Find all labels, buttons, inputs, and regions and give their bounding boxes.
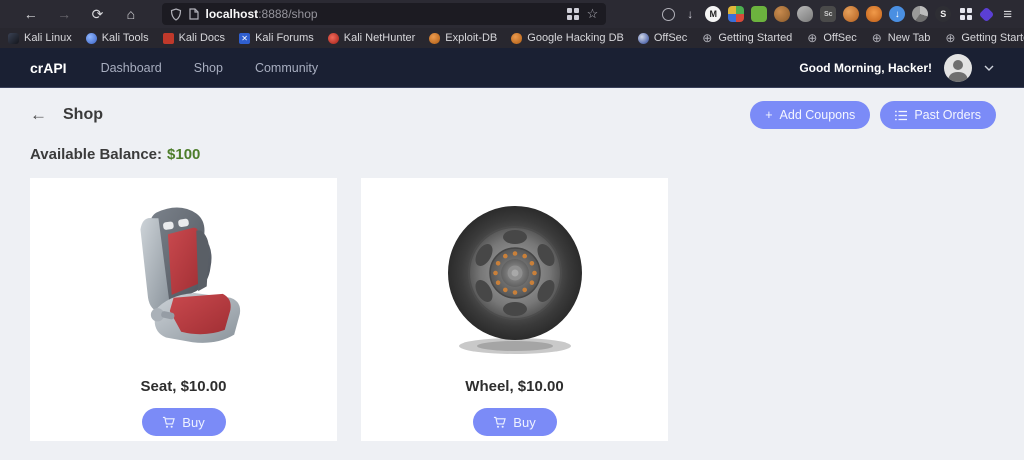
- orange-extension-icon[interactable]: [843, 6, 859, 22]
- bookmark-label: OffSec: [654, 32, 687, 44]
- balance-value: $100: [167, 146, 200, 163]
- shodan-icon[interactable]: S: [935, 6, 951, 22]
- bookmark-kali-tools[interactable]: Kali Tools: [86, 32, 149, 44]
- url-bar[interactable]: localhost:8888/shop ☆: [162, 3, 607, 25]
- extension-m-icon[interactable]: M: [705, 6, 721, 22]
- blue-download-icon[interactable]: ↓: [889, 6, 905, 22]
- cookie-editor-icon[interactable]: [774, 6, 790, 22]
- purple-gem-icon[interactable]: [979, 6, 995, 22]
- bookmark-exploit-db[interactable]: Exploit-DB: [429, 32, 497, 44]
- buy-button-seat[interactable]: Buy: [142, 408, 226, 436]
- url-host: localhost: [206, 7, 259, 21]
- url-text: localhost:8888/shop: [206, 7, 567, 21]
- product-name: Seat, $10.00: [141, 378, 227, 395]
- bookmark-kali-docs[interactable]: Kali Docs: [163, 32, 225, 44]
- ghdb-bird-icon: [511, 33, 522, 44]
- apps-grid-icon[interactable]: [958, 6, 974, 22]
- globe-icon: ⊕: [871, 32, 883, 44]
- exploit-db-bird-icon: [429, 33, 440, 44]
- extension-icons: ↓ M Sc ↓ S ≡: [662, 6, 1016, 23]
- balance-row: Available Balance: $100: [30, 146, 996, 163]
- menu-icon[interactable]: ≡: [999, 6, 1016, 23]
- url-path: :8888/shop: [258, 7, 317, 21]
- bookmark-label: OffSec: [823, 32, 856, 44]
- kali-docs-icon: [163, 33, 174, 44]
- bookmark-star-icon[interactable]: ☆: [587, 6, 599, 22]
- past-orders-label: Past Orders: [914, 108, 981, 122]
- balance-label: Available Balance:: [30, 146, 162, 163]
- bookmark-getting-started-2[interactable]: ⊕ Getting Started: [944, 32, 1024, 44]
- bookmark-label: Kali NetHunter: [344, 32, 416, 44]
- shield-icon[interactable]: [170, 8, 182, 21]
- add-coupons-label: Add Coupons: [780, 108, 856, 122]
- app-navbar: crAPI Dashboard Shop Community Good Morn…: [0, 48, 1024, 88]
- offsec-orb-icon: [638, 33, 649, 44]
- kali-nethunter-icon: [328, 33, 339, 44]
- shark-extension-icon[interactable]: [797, 6, 813, 22]
- bookmark-label: Google Hacking DB: [527, 32, 624, 44]
- product-card-seat: Seat, $10.00 Buy: [30, 178, 337, 441]
- bookmarks-bar: Kali Linux Kali Tools Kali Docs ✕ Kali Fo…: [0, 28, 1024, 48]
- buy-label: Buy: [513, 415, 535, 430]
- bookmark-kali-forums[interactable]: ✕ Kali Forums: [239, 32, 314, 44]
- bookmark-google-hacking-db[interactable]: Google Hacking DB: [511, 32, 624, 44]
- globe-icon: ⊕: [701, 32, 713, 44]
- bookmark-label: Exploit-DB: [445, 32, 497, 44]
- kali-forums-icon: ✕: [239, 33, 250, 44]
- globe-icon: ⊕: [806, 32, 818, 44]
- browser-toolbar: ← → ⟳ ⌂ localhost:8888/shop ☆ ↓ M Sc ↓ S…: [0, 0, 1024, 28]
- bookmark-label: Kali Forums: [255, 32, 314, 44]
- bookmark-getting-started-1[interactable]: ⊕ Getting Started: [701, 32, 792, 44]
- buy-button-wheel[interactable]: Buy: [473, 408, 557, 436]
- greeting-text: Good Morning, Hacker!: [799, 61, 932, 75]
- bookmark-offsec-2[interactable]: ⊕ OffSec: [806, 32, 856, 44]
- buy-label: Buy: [182, 415, 204, 430]
- bookmark-label: Kali Linux: [24, 32, 72, 44]
- bookmark-kali-nethunter[interactable]: Kali NetHunter: [328, 32, 416, 44]
- wheel-extension-icon[interactable]: [912, 6, 928, 22]
- bookmark-kali-linux[interactable]: Kali Linux: [8, 32, 72, 44]
- shop-page: ← Shop + Add Coupons Past Orders Availab…: [0, 88, 1024, 459]
- add-coupons-button[interactable]: + Add Coupons: [750, 101, 870, 129]
- page-info-icon[interactable]: [189, 8, 199, 20]
- pocket-icon[interactable]: [662, 8, 675, 21]
- nav-link-dashboard[interactable]: Dashboard: [101, 61, 162, 75]
- product-name: Wheel, $10.00: [465, 378, 563, 395]
- avatar[interactable]: [944, 54, 972, 82]
- kali-dragon-icon: [8, 33, 19, 44]
- wheel-product-image: [435, 186, 595, 364]
- kali-tools-icon: [86, 33, 97, 44]
- page-title: Shop: [63, 106, 103, 124]
- home-icon[interactable]: ⌂: [122, 5, 139, 23]
- bookmark-offsec[interactable]: OffSec: [638, 32, 687, 44]
- reload-icon[interactable]: ⟳: [89, 5, 106, 23]
- wallet-extension-icon[interactable]: [751, 6, 767, 22]
- nav-link-shop[interactable]: Shop: [194, 61, 223, 75]
- list-icon: [895, 110, 907, 121]
- bookmark-label: Getting Started: [961, 32, 1024, 44]
- bookmark-label: Kali Tools: [102, 32, 149, 44]
- crapi-logo[interactable]: crAPI: [30, 60, 67, 76]
- cart-icon: [493, 416, 506, 429]
- download-icon[interactable]: ↓: [682, 6, 698, 22]
- page-back-icon[interactable]: ←: [30, 105, 47, 125]
- foxyproxy-icon[interactable]: [866, 6, 882, 22]
- sc-extension-icon[interactable]: Sc: [820, 6, 836, 22]
- bookmark-label: New Tab: [888, 32, 931, 44]
- seat-product-image: [113, 186, 255, 364]
- chevron-down-icon[interactable]: [984, 65, 994, 71]
- containers-icon[interactable]: [567, 8, 579, 20]
- plus-icon: +: [765, 108, 772, 122]
- back-icon[interactable]: ←: [22, 5, 39, 23]
- bookmark-new-tab[interactable]: ⊕ New Tab: [871, 32, 931, 44]
- product-card-wheel: Wheel, $10.00 Buy: [361, 178, 668, 441]
- bookmark-label: Kali Docs: [179, 32, 225, 44]
- past-orders-button[interactable]: Past Orders: [880, 101, 996, 129]
- nav-link-community[interactable]: Community: [255, 61, 318, 75]
- hacktools-icon[interactable]: [728, 6, 744, 22]
- bookmark-label: Getting Started: [718, 32, 792, 44]
- globe-icon: ⊕: [944, 32, 956, 44]
- cart-icon: [162, 416, 175, 429]
- forward-icon[interactable]: →: [55, 5, 72, 23]
